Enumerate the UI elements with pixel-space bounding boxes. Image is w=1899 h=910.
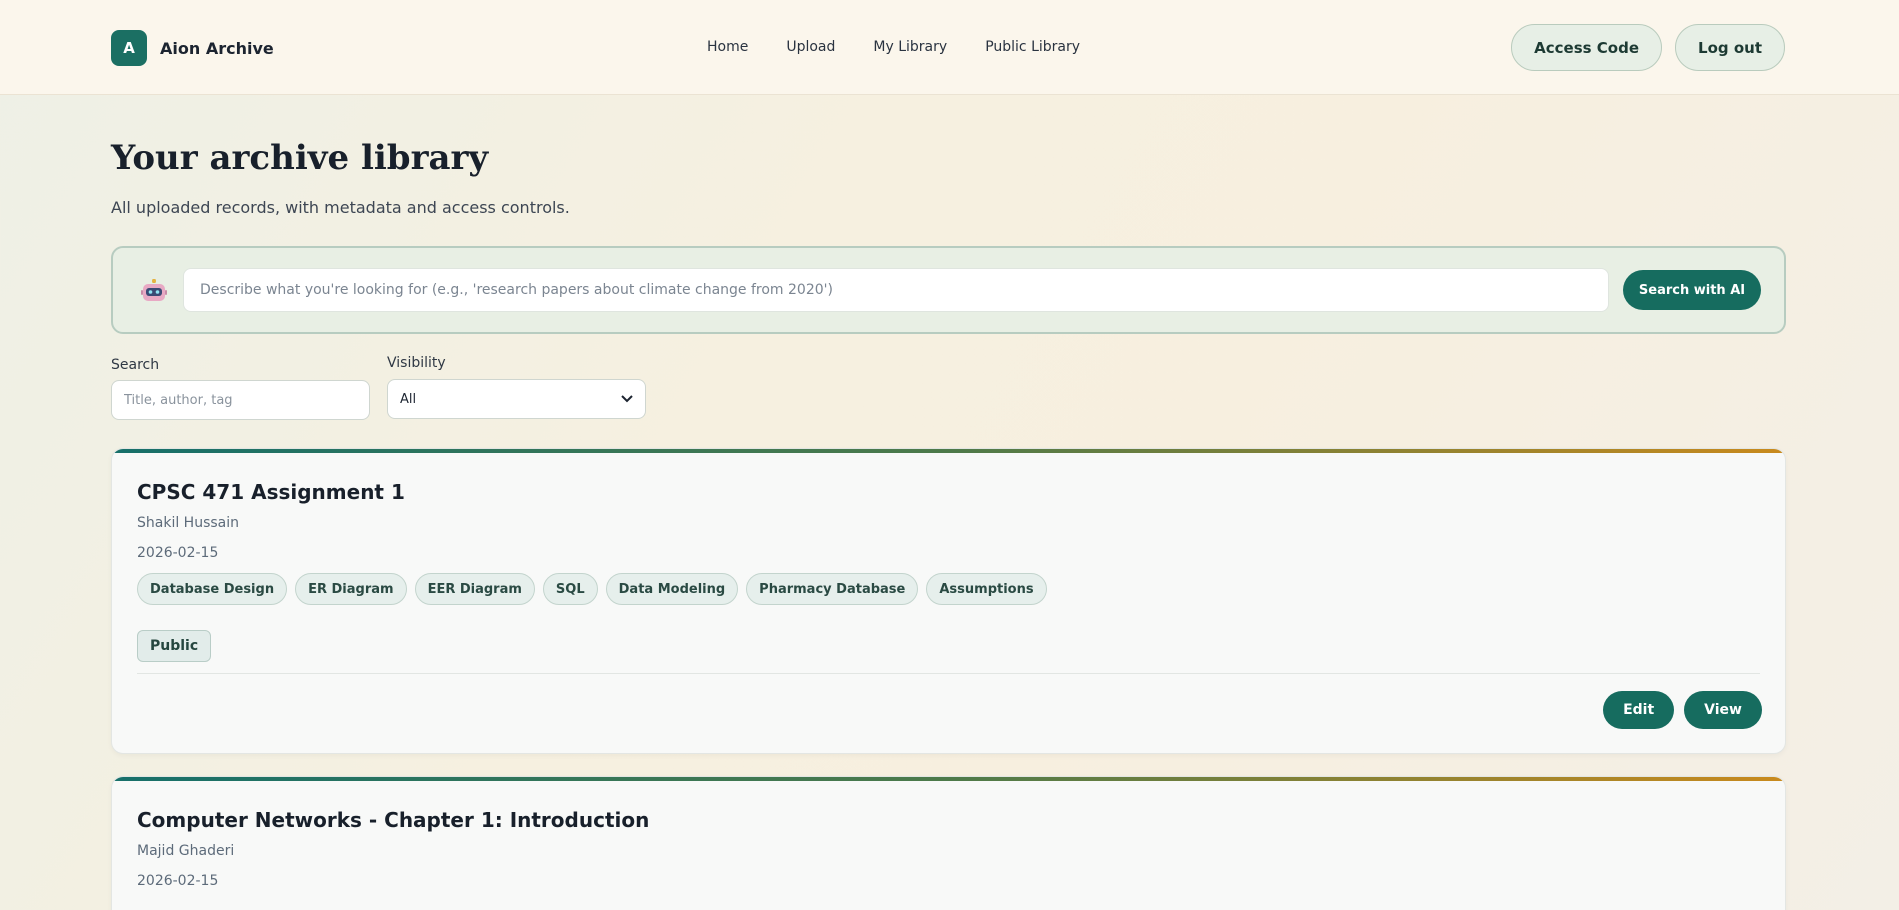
page-subtitle: All uploaded records, with metadata and … bbox=[111, 198, 570, 217]
record-card: Computer Networks - Chapter 1: Introduct… bbox=[111, 776, 1786, 910]
tag-chip: EER Diagram bbox=[414, 573, 535, 605]
record-author: Shakil Hussain bbox=[137, 515, 240, 531]
access-code-button[interactable]: Access Code bbox=[1511, 24, 1663, 71]
nav-my-library-link[interactable]: My Library bbox=[873, 39, 947, 55]
record-card: CPSC 471 Assignment 1 Shakil Hussain 202… bbox=[111, 448, 1786, 754]
header-actions: Access Code Log out bbox=[1511, 24, 1785, 71]
record-date: 2026-02-15 bbox=[137, 545, 219, 561]
nav-public-library-link[interactable]: Public Library bbox=[985, 39, 1080, 55]
ai-search-panel: Search with AI bbox=[111, 246, 1786, 334]
visibility-selected-value: All bbox=[400, 391, 417, 407]
tag-chip: Pharmacy Database bbox=[746, 573, 919, 605]
record-tags: Database Design ER Diagram EER Diagram S… bbox=[137, 573, 1047, 605]
nav-home-link[interactable]: Home bbox=[707, 39, 748, 55]
robot-icon bbox=[141, 279, 167, 301]
card-divider bbox=[137, 673, 1760, 674]
record-date: 2026-02-15 bbox=[137, 873, 219, 889]
logout-button[interactable]: Log out bbox=[1675, 24, 1785, 71]
visibility-filter-label: Visibility bbox=[387, 355, 446, 371]
card-accent-bar bbox=[112, 777, 1785, 781]
visibility-badge: Public bbox=[137, 630, 212, 662]
edit-button[interactable]: Edit bbox=[1603, 691, 1675, 729]
tag-chip: Data Modeling bbox=[605, 573, 739, 605]
record-title: CPSC 471 Assignment 1 bbox=[137, 480, 405, 504]
page-title: Your archive library bbox=[111, 138, 489, 178]
tag-chip: Assumptions bbox=[926, 573, 1047, 605]
main-nav: Home Upload My Library Public Library bbox=[707, 39, 1080, 55]
brand-logo: A bbox=[111, 30, 147, 66]
view-button[interactable]: View bbox=[1684, 691, 1762, 729]
ai-search-input[interactable] bbox=[183, 268, 1609, 312]
nav-upload-link[interactable]: Upload bbox=[786, 39, 835, 55]
top-navigation-bar: A Aion Archive Home Upload My Library Pu… bbox=[0, 0, 1899, 95]
tag-chip: ER Diagram bbox=[295, 573, 407, 605]
tag-chip: SQL bbox=[542, 573, 598, 605]
card-actions: Edit View bbox=[1603, 691, 1762, 729]
record-author: Majid Ghaderi bbox=[137, 843, 235, 859]
chevron-down-icon bbox=[621, 395, 633, 403]
search-filter-input[interactable] bbox=[111, 380, 370, 420]
brand-name: Aion Archive bbox=[160, 38, 274, 58]
search-filter-label: Search bbox=[111, 357, 160, 373]
brand[interactable]: A Aion Archive bbox=[111, 30, 274, 66]
visibility-select[interactable]: All bbox=[387, 379, 646, 419]
search-with-ai-button[interactable]: Search with AI bbox=[1623, 270, 1761, 310]
card-accent-bar bbox=[112, 449, 1785, 453]
record-title: Computer Networks - Chapter 1: Introduct… bbox=[137, 808, 650, 832]
tag-chip: Database Design bbox=[137, 573, 288, 605]
